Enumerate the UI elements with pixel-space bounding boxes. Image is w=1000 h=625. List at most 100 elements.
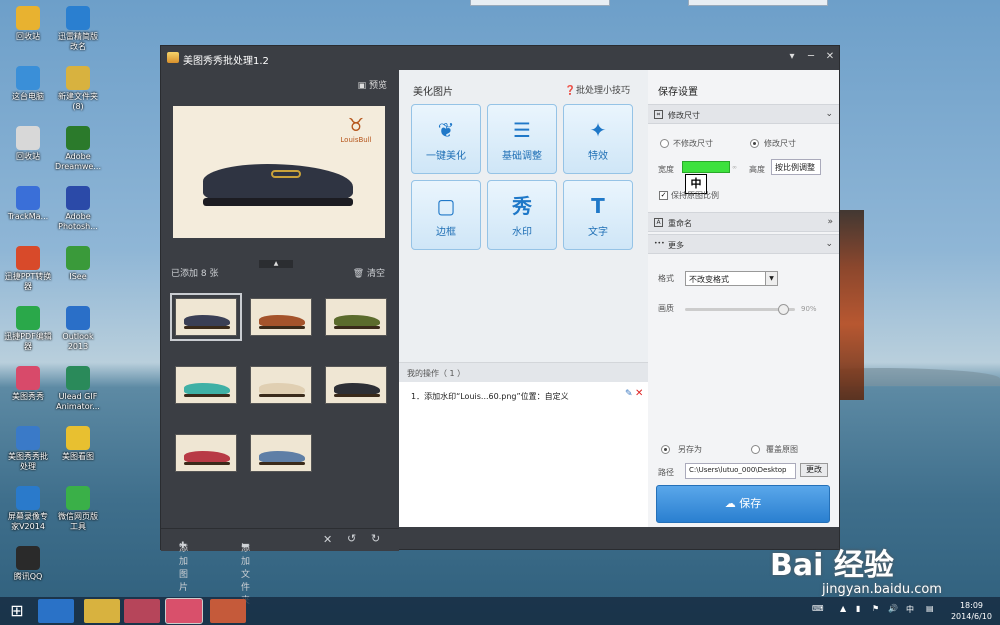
save-as-label: 另存为: [678, 445, 702, 454]
action-center-icon[interactable]: ▤: [926, 604, 934, 613]
tool-label: 水印: [512, 227, 532, 238]
tool-button[interactable]: ✦ 特效: [563, 104, 633, 174]
screen-recorder-icon[interactable]: [210, 599, 246, 623]
desktop-icon[interactable]: 腾讯QQ: [2, 546, 54, 582]
tool-button[interactable]: T 文字: [563, 180, 633, 250]
save-settings-heading: 保存设置: [658, 87, 698, 98]
height-input[interactable]: 按比例调整: [771, 159, 821, 175]
resize-section-header[interactable]: ⌗ 修改尺寸 ⌄: [648, 104, 839, 124]
volume-icon[interactable]: 🔊: [888, 604, 898, 613]
collapse-toggle[interactable]: ▲: [259, 260, 293, 268]
watermark-logo: ♉ LouisBull: [335, 116, 377, 150]
preview-button[interactable]: ▣ 预览: [358, 78, 387, 91]
more-section-header[interactable]: ••• 更多 ⌄: [648, 234, 839, 254]
tool-button[interactable]: ☰ 基础调整: [487, 104, 557, 174]
ie-icon[interactable]: [38, 599, 74, 623]
keep-ratio-checkbox[interactable]: ✓: [659, 191, 668, 200]
delete-icon[interactable]: ✕: [635, 388, 643, 399]
close-button[interactable]: ✕: [823, 50, 837, 64]
quality-slider-knob[interactable]: [778, 304, 789, 315]
save-button[interactable]: ☁ 保存: [656, 485, 830, 523]
tips-link[interactable]: ❓批处理小技巧: [565, 83, 630, 96]
desktop-icon[interactable]: Ulead GIF Animator...: [52, 366, 104, 412]
thumbnail[interactable]: [175, 434, 237, 472]
minimize-button[interactable]: ─: [804, 50, 818, 64]
tool-button[interactable]: ❦ 一键美化: [411, 104, 481, 174]
desktop-icon[interactable]: Outlook 2013: [52, 306, 104, 352]
desktop-icon[interactable]: 美图看图: [52, 426, 104, 462]
save-as-radio[interactable]: [661, 445, 670, 454]
desktop-icon[interactable]: Adobe Dreamwe...: [52, 126, 104, 172]
thumbnail[interactable]: [170, 293, 242, 341]
flag-icon[interactable]: ⚑: [872, 604, 879, 613]
thumbnail[interactable]: [325, 366, 387, 404]
desktop-icon[interactable]: 迅雷精简版 改名: [52, 6, 104, 52]
thumbnail[interactable]: [250, 298, 312, 336]
path-input[interactable]: C:\Users\lutuo_000\Desktop: [685, 463, 796, 479]
keyboard-icon[interactable]: ⌨: [812, 604, 824, 613]
network-icon[interactable]: ▮: [856, 604, 860, 613]
desktop-icon[interactable]: 新建文件夹 (8): [52, 66, 104, 112]
rename-section-header[interactable]: A 重命名 »: [648, 212, 839, 232]
ime-tray[interactable]: 中: [906, 604, 914, 615]
desktop-icon[interactable]: 这台电脑: [2, 66, 54, 102]
desktop-icon[interactable]: 迅捷PDF编辑 器: [2, 306, 54, 352]
rotate-right-icon[interactable]: ↻: [371, 532, 380, 545]
title-bar[interactable]: 美图秀秀批处理1.2 ▾ ─ ✕: [161, 46, 841, 70]
desktop-icon[interactable]: 迅捷PPT转换 器: [2, 246, 54, 292]
shoe-thumbnail-sole: [184, 394, 230, 397]
meitu-app-icon[interactable]: [124, 599, 160, 623]
thumbnail[interactable]: [250, 366, 312, 404]
logo-text: LouisBull: [340, 136, 372, 144]
desktop-icon[interactable]: Adobe Photosh...: [52, 186, 104, 232]
rotate-left-icon[interactable]: ↺: [347, 532, 356, 545]
desktop-icon[interactable]: 屏幕录像专 家V2014: [2, 486, 54, 532]
remove-icon[interactable]: ✕: [323, 533, 332, 546]
clock-time: 18:09: [959, 601, 984, 610]
thumbnail[interactable]: [175, 366, 237, 404]
desktop-icon-label: Outlook 2013: [62, 332, 94, 351]
explorer-folder-icon[interactable]: [84, 599, 120, 623]
thumbnail[interactable]: [250, 434, 312, 472]
text-icon: T: [591, 194, 605, 218]
desktop-app-icon: [16, 486, 40, 510]
tool-button[interactable]: 秀水印: [487, 180, 557, 250]
overwrite-radio[interactable]: [751, 445, 760, 454]
desktop-icon[interactable]: TrackMa...: [2, 186, 54, 222]
start-windows-icon[interactable]: ⊞: [4, 599, 30, 623]
quality-label: 画质: [658, 304, 674, 313]
no-resize-radio[interactable]: [660, 139, 669, 148]
tulip-icon: ❦: [437, 118, 455, 142]
resize-section-label: 修改尺寸: [668, 111, 700, 120]
format-select[interactable]: 不改变格式 ▼: [685, 271, 778, 286]
bull-icon: ♉: [347, 115, 365, 136]
edit-pencil-icon[interactable]: ✎: [625, 389, 633, 399]
tool-button[interactable]: ▢ 边框: [411, 180, 481, 250]
clock[interactable]: 18:09 2014/6/10: [951, 600, 992, 622]
width-input[interactable]: [682, 161, 730, 173]
magic-wand-icon: ✦: [589, 118, 607, 142]
preview-label: 预览: [368, 81, 387, 91]
left-toolbar: ✚ 添加图片 ▬ 添加文件夹 ✕ ↺ ↻: [161, 528, 399, 606]
chevron-down-icon: ⌄: [825, 109, 833, 119]
desktop-icon[interactable]: 美图秀秀: [2, 366, 54, 402]
shoe-thumbnail-sole: [259, 326, 305, 329]
desktop-icon[interactable]: 回收站: [2, 6, 54, 42]
app-logo-icon: [167, 52, 179, 63]
crop-icon: ⌗: [654, 110, 663, 119]
skin-menu-icon[interactable]: ▾: [785, 50, 799, 64]
clear-button[interactable]: 🗑 清空: [353, 266, 385, 279]
change-path-button[interactable]: 更改: [800, 463, 828, 477]
desktop-app-icon: [66, 366, 90, 390]
meitu-batch-icon[interactable]: [165, 598, 203, 624]
resize-radio[interactable]: [750, 139, 759, 148]
thumbnail[interactable]: [325, 298, 387, 336]
desktop-icon-label: 美图秀秀批 处理: [8, 452, 48, 471]
desktop-icon[interactable]: 微信网页版 工具: [52, 486, 104, 532]
beautify-pane: 美化图片 ❓批处理小技巧 ❦ 一键美化 ☰ 基础调整 ✦ 特效 ▢ 边框 秀水印 T 文字 我的操作…: [399, 70, 648, 527]
desktop-icon[interactable]: 美图秀秀批 处理: [2, 426, 54, 472]
desktop-icon[interactable]: 回收站: [2, 126, 54, 162]
desktop-icon[interactable]: ISee: [52, 246, 104, 282]
add-image-label: 添加图片: [179, 544, 189, 593]
tray-up-arrow-icon[interactable]: ▲: [840, 604, 846, 613]
